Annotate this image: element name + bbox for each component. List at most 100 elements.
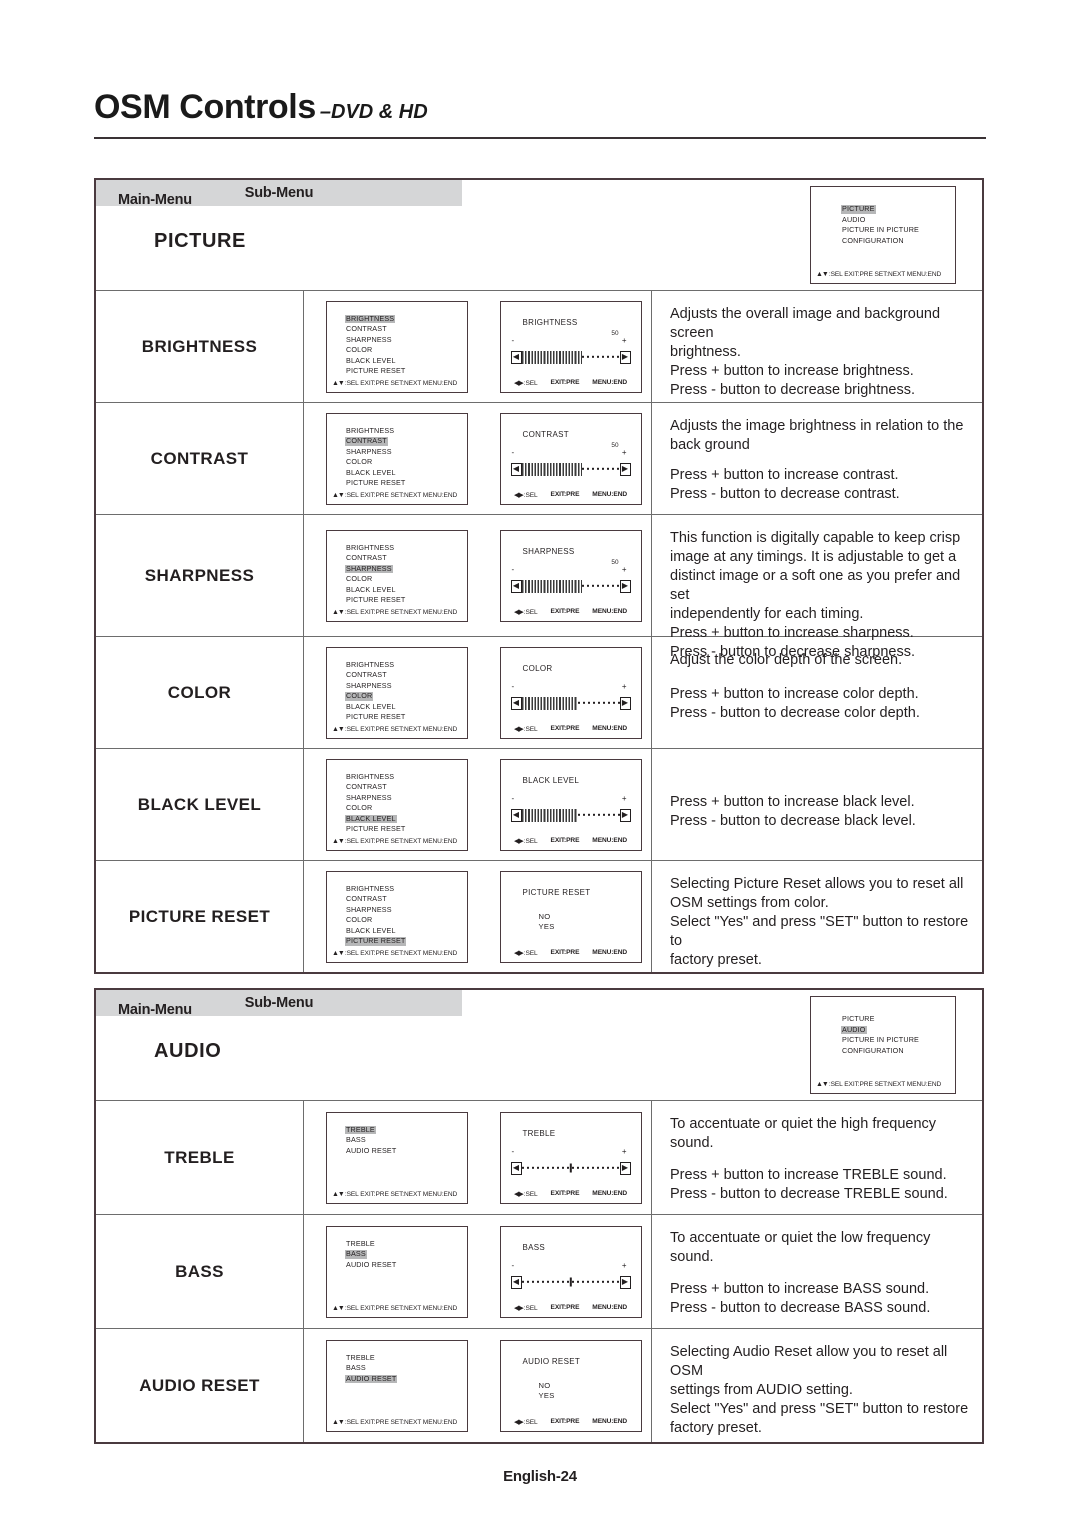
slider-right-arrow-icon[interactable]: ▶ — [619, 579, 631, 593]
row-description-cell: Selecting Audio Reset allow you to reset… — [652, 1329, 982, 1442]
slider-track[interactable] — [521, 696, 620, 710]
slider-track[interactable] — [521, 1276, 620, 1289]
osd-sub-menu-item[interactable]: SHARPNESS — [345, 793, 393, 803]
slider[interactable]: ◀ ▶ — [510, 696, 631, 711]
slider-left-arrow-icon[interactable]: ◀ — [510, 1275, 522, 1289]
slider-right-arrow-icon[interactable]: ▶ — [619, 462, 631, 476]
osd-sub-menu-item[interactable]: CONTRAST — [345, 894, 388, 904]
slider-right-arrow-icon[interactable]: ▶ — [619, 1275, 631, 1289]
osd-adjust-screen: BASS - + ◀ ▶ ◀▶:SEL EXIT:PRE MENU:END — [499, 1225, 642, 1318]
slider[interactable]: ◀ ▶ — [510, 808, 631, 823]
osd-sub-menu-item[interactable]: TREBLE — [345, 1239, 376, 1249]
osd-main-menu-item[interactable]: CONFIGURATION — [841, 236, 905, 246]
desc-line: Press + button to increase TREBLE sound. — [670, 1167, 947, 1183]
osd-sub-menu-item[interactable]: PICTURE RESET — [345, 367, 406, 376]
slider-left-arrow-icon[interactable]: ◀ — [510, 462, 522, 476]
osd-sub-menu-item[interactable]: PICTURE RESET — [345, 713, 406, 722]
osd-sub-menu-item[interactable]: CONTRAST — [345, 324, 388, 334]
slider-left-arrow-icon[interactable]: ◀ — [510, 579, 522, 593]
desc-line: Press - button to decrease color depth. — [670, 705, 920, 721]
osd-sub-menu-item[interactable]: TREBLE — [345, 1125, 376, 1135]
osd-adjust-screen: BLACK LEVEL - + ◀ ▶ ◀▶:SEL EXIT:PRE MENU… — [499, 758, 642, 851]
slider-right-arrow-icon[interactable]: ▶ — [619, 808, 631, 822]
osd-sub-menu-item[interactable]: COLOR — [345, 458, 373, 467]
slider[interactable]: ◀ ▶ — [510, 579, 631, 594]
osd-sub-menu-item[interactable]: CONTRAST — [345, 782, 388, 792]
slider-left-arrow-icon[interactable]: ◀ — [510, 350, 522, 364]
osd-main-menu-item[interactable]: AUDIO — [841, 1025, 867, 1035]
osd-sub-menu-item[interactable]: BLACK LEVEL — [345, 926, 397, 936]
osd-sub-menu-item[interactable]: BRIGHTNESS — [345, 772, 395, 782]
osd-option-item[interactable]: NO — [539, 912, 555, 922]
slider-track[interactable] — [521, 808, 620, 822]
osd-sub-menu-item[interactable]: BRIGHTNESS — [345, 884, 395, 894]
osd-sub-menu-item[interactable]: AUDIO RESET — [345, 1146, 397, 1156]
osd-sub-menu-item[interactable]: TREBLE — [345, 1353, 376, 1363]
osd-sub-menu-item[interactable]: PICTURE RESET — [345, 937, 407, 947]
desc-line: Press - button to decrease brightness. — [670, 382, 916, 398]
slider-left-arrow-icon[interactable]: ◀ — [510, 696, 522, 710]
slider-left-arrow-icon[interactable]: ◀ — [510, 808, 522, 822]
osd-sub-menu-item[interactable]: CONTRAST — [345, 436, 388, 446]
osd-sub-menu-item[interactable]: SHARPNESS — [345, 335, 393, 345]
osd-sub-menu-item[interactable]: SHARPNESS — [345, 564, 393, 574]
osd-sub-menu-item[interactable]: BLACK LEVEL — [345, 585, 397, 595]
osd-sub-menu-list: BRIGHTNESS CONTRAST SHARPNESS COLOR BLACK LE… — [345, 883, 407, 947]
osd-option-item[interactable]: NO — [539, 1381, 555, 1391]
osd-main-menu-item[interactable]: PICTURE — [841, 1014, 876, 1024]
osd-sub-menu-item[interactable]: PICTURE RESET — [345, 596, 406, 605]
slider-right-arrow-icon[interactable]: ▶ — [619, 350, 631, 364]
slider[interactable]: ◀ ▶ — [510, 462, 631, 477]
osd-sub-menu-item[interactable]: COLOR — [345, 804, 373, 813]
osd-sub-menu-item[interactable]: CONTRAST — [345, 553, 388, 563]
osd-sub-menu-item[interactable]: BLACK LEVEL — [345, 468, 397, 478]
slider-track[interactable] — [521, 462, 620, 476]
desc-spacer — [670, 1267, 972, 1280]
slider-track[interactable] — [521, 579, 620, 593]
slider[interactable]: ◀ ▶ — [510, 1161, 631, 1176]
osd-main-menu-item[interactable]: PICTURE — [841, 204, 876, 214]
slider-track[interactable] — [521, 1162, 620, 1175]
left-right-arrow-icon: ◀▶ — [513, 1190, 524, 1198]
osd-sub-menu-item[interactable]: PICTURE RESET — [345, 479, 406, 488]
osd-sub-menu-item[interactable]: PICTURE RESET — [345, 825, 406, 834]
osd-sub-menu-item[interactable]: COLOR — [345, 575, 373, 584]
osd-option-item[interactable]: YES — [539, 922, 555, 932]
osd-sub-menu-item[interactable]: SHARPNESS — [345, 905, 393, 915]
osd-sub-menu-item[interactable]: BRIGHTNESS — [345, 543, 395, 553]
osd-sub-menu-item[interactable]: BLACK LEVEL — [345, 356, 397, 366]
osd-sub-menu-item[interactable]: COLOR — [345, 346, 373, 355]
osd-sub-menu-item[interactable]: COLOR — [345, 692, 374, 701]
slider-left-arrow-icon[interactable]: ◀ — [510, 1161, 522, 1175]
osd-main-menu-item[interactable]: PICTURE IN PICTURE — [841, 226, 920, 235]
osd-footer-text: :SEL EXIT:PRE SET:NEXT MENU:END — [828, 271, 942, 278]
osd-main-menu-item[interactable]: PICTURE IN PICTURE — [841, 1036, 920, 1045]
slider-right-arrow-icon[interactable]: ▶ — [619, 696, 631, 710]
osd-sub-menu-item[interactable]: SHARPNESS — [345, 681, 393, 691]
minus-label: - — [511, 564, 515, 574]
osd-sub-menu-item[interactable]: BRIGHTNESS — [345, 426, 395, 436]
osd-sub-menu-item[interactable]: BRIGHTNESS — [345, 660, 395, 670]
osd-main-menu-item[interactable]: AUDIO — [841, 215, 867, 225]
osd-sub-menu-item[interactable]: BASS — [345, 1363, 367, 1373]
plus-label: + — [621, 564, 627, 574]
desc-line: Selecting Picture Reset allows you to re… — [670, 876, 964, 892]
osd-sub-menu-item[interactable]: BASS — [345, 1135, 367, 1145]
slider[interactable]: ◀ ▶ — [510, 1275, 631, 1290]
osd-sub-menu-item[interactable]: BASS — [345, 1249, 367, 1259]
osd-footer: ▲▼:SEL EXIT:PRE SET:NEXT MENU:END — [327, 950, 467, 957]
osd-sub-menu-item[interactable]: AUDIO RESET — [345, 1260, 397, 1270]
osd-option-item[interactable]: YES — [539, 1391, 555, 1401]
osd-sub-menu-item[interactable]: CONTRAST — [345, 670, 388, 680]
osd-sub-menu-item[interactable]: BLACK LEVEL — [345, 702, 397, 712]
slider[interactable]: ◀ ▶ — [510, 350, 631, 365]
slider-right-arrow-icon[interactable]: ▶ — [619, 1161, 631, 1175]
osd-footer-menu: MENU:END — [592, 837, 628, 844]
slider-track[interactable] — [521, 350, 620, 364]
osd-sub-menu-item[interactable]: BLACK LEVEL — [345, 814, 397, 824]
osd-sub-menu-item[interactable]: AUDIO RESET — [345, 1374, 398, 1384]
osd-sub-menu-item[interactable]: COLOR — [345, 916, 373, 925]
osd-sub-menu-item[interactable]: BRIGHTNESS — [345, 314, 396, 324]
osd-main-menu-item[interactable]: CONFIGURATION — [841, 1046, 905, 1056]
osd-sub-menu-item[interactable]: SHARPNESS — [345, 447, 393, 457]
